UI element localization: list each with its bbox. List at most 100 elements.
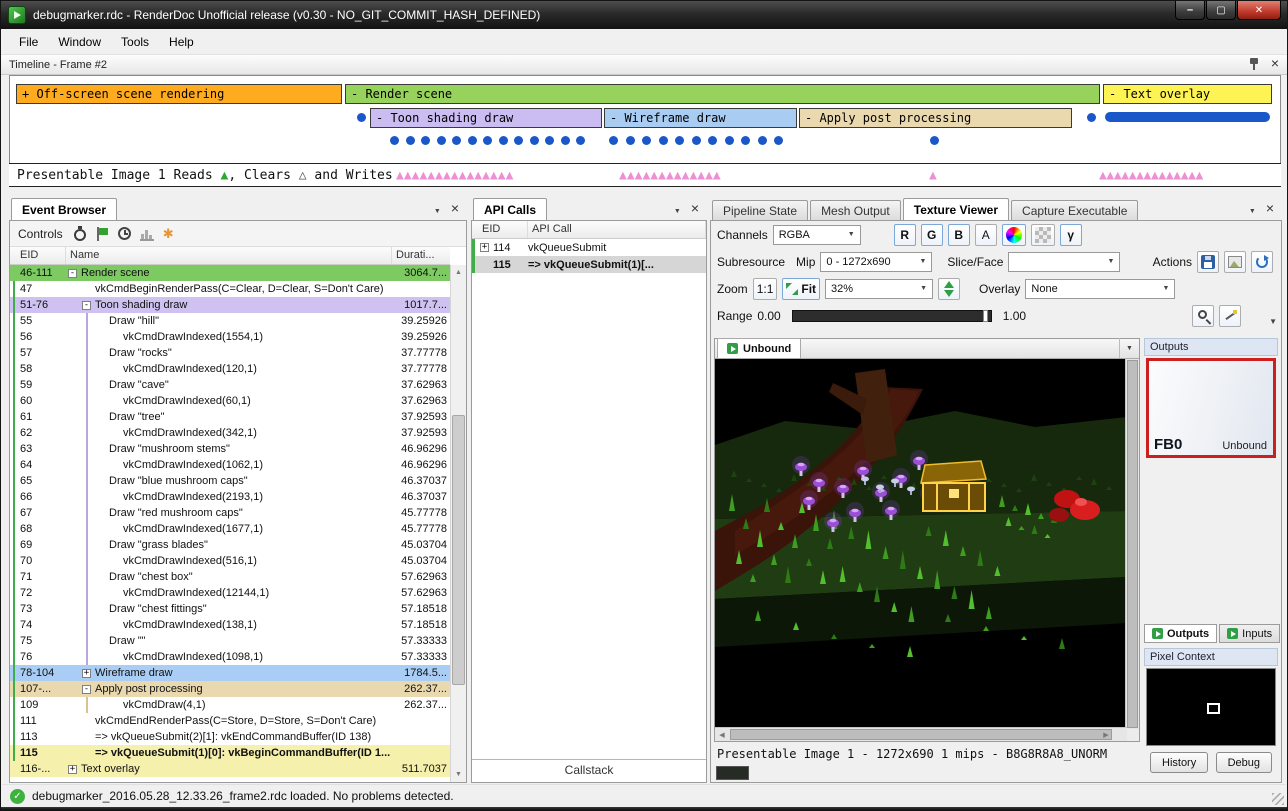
- event-row[interactable]: 60vkCmdDrawIndexed(60,1)37.62963: [10, 393, 450, 409]
- refresh-button[interactable]: [1251, 251, 1273, 273]
- scroll-left-icon[interactable]: ◀: [715, 728, 729, 741]
- expander-icon[interactable]: -: [82, 301, 91, 310]
- event-browser-scrollbar[interactable]: [450, 265, 466, 782]
- tab-pipeline-state[interactable]: Pipeline State: [712, 200, 808, 220]
- event-row[interactable]: 111vkCmdEndRenderPass(C=Store, D=Store, …: [10, 713, 450, 729]
- event-row[interactable]: 75Draw ""57.33333: [10, 633, 450, 649]
- texture-vertical-scrollbar[interactable]: [1125, 359, 1139, 729]
- flag-icon[interactable]: [95, 227, 109, 241]
- event-row[interactable]: 62vkCmdDrawIndexed(342,1)37.92593: [10, 425, 450, 441]
- tab-texture-viewer[interactable]: Texture Viewer: [903, 198, 1009, 220]
- resize-grip[interactable]: [1272, 793, 1284, 805]
- expander-icon[interactable]: -: [68, 269, 77, 278]
- texture-tab-dropdown-icon[interactable]: ▼: [1119, 338, 1139, 358]
- menu-window[interactable]: Window: [48, 31, 111, 53]
- event-row[interactable]: 51-76-Toon shading draw1017.7...: [10, 297, 450, 313]
- green-channel-button[interactable]: G: [921, 224, 943, 246]
- scroll-right-icon[interactable]: ▶: [1099, 728, 1113, 741]
- event-row[interactable]: 68vkCmdDrawIndexed(1677,1)45.77778: [10, 521, 450, 537]
- column-api-call[interactable]: API Call: [528, 221, 706, 238]
- timer-icon[interactable]: [74, 229, 86, 241]
- open-image-button[interactable]: [1224, 251, 1246, 273]
- background-pattern-button[interactable]: [1031, 224, 1055, 246]
- scroll-thumb[interactable]: [730, 729, 1112, 740]
- event-row[interactable]: 55Draw "hill"39.25926: [10, 313, 450, 329]
- scroll-thumb[interactable]: [1127, 360, 1138, 728]
- zoom-1-1-button[interactable]: 1:1: [753, 278, 778, 300]
- blue-channel-button[interactable]: B: [948, 224, 970, 246]
- range-handle[interactable]: [983, 310, 988, 322]
- event-row[interactable]: 56vkCmdDrawIndexed(1554,1)39.25926: [10, 329, 450, 345]
- timeline-bar--toon-shading-draw[interactable]: - Toon shading draw: [370, 108, 602, 128]
- toolbar-overflow-icon[interactable]: ▼: [1269, 317, 1277, 326]
- tab-outputs[interactable]: Outputs: [1144, 624, 1217, 643]
- expander-icon[interactable]: +: [480, 243, 489, 252]
- column-eid[interactable]: EID: [472, 221, 528, 238]
- event-row[interactable]: 63Draw "mushroom stems"46.96296: [10, 441, 450, 457]
- expander-icon[interactable]: +: [68, 765, 77, 774]
- event-row[interactable]: 59Draw "cave"37.62963: [10, 377, 450, 393]
- event-row[interactable]: 57Draw "rocks"37.77778: [10, 345, 450, 361]
- maximize-button[interactable]: [1206, 1, 1236, 20]
- event-row[interactable]: 67Draw "red mushroom caps"45.77778: [10, 505, 450, 521]
- timeline-bar--wireframe-draw[interactable]: - Wireframe draw: [604, 108, 797, 128]
- tab-inputs[interactable]: Inputs: [1219, 624, 1280, 643]
- event-row[interactable]: 115=> vkQueueSubmit(1)[0]: vkBeginComman…: [10, 745, 450, 761]
- minimize-button[interactable]: [1175, 1, 1205, 20]
- history-button[interactable]: History: [1150, 752, 1208, 773]
- event-row[interactable]: 109vkCmdDraw(4,1)262.37...: [10, 697, 450, 713]
- tab-mesh-output[interactable]: Mesh Output: [810, 200, 901, 220]
- tab-unbound-texture[interactable]: Unbound: [717, 338, 801, 358]
- event-row[interactable]: 107-...-Apply post processing262.37...: [10, 681, 450, 697]
- debug-button[interactable]: Debug: [1216, 752, 1272, 773]
- timeline-canvas[interactable]: Presentable Image 1 Reads ▲, Clears △ an…: [9, 75, 1281, 187]
- bookmark-icon[interactable]: [163, 227, 177, 241]
- menu-help[interactable]: Help: [159, 31, 204, 53]
- timeline-titlebar[interactable]: Timeline - Frame #2: [1, 55, 1287, 75]
- slice-face-select[interactable]: ▼: [1008, 252, 1120, 272]
- gamma-button[interactable]: γ: [1060, 224, 1082, 246]
- zoom-range-button[interactable]: [1192, 305, 1214, 327]
- alpha-channel-button[interactable]: A: [975, 224, 997, 246]
- timeline-bar--render-scene[interactable]: - Render scene: [345, 84, 1100, 104]
- range-slider[interactable]: [792, 310, 992, 322]
- menu-file[interactable]: File: [9, 31, 48, 53]
- menu-tools[interactable]: Tools: [111, 31, 159, 53]
- event-row[interactable]: 46-111-Render scene3064.7...: [10, 265, 450, 281]
- event-row[interactable]: 70vkCmdDrawIndexed(516,1)45.03704: [10, 553, 450, 569]
- timeline-bar--off-screen-scene-rendering[interactable]: + Off-screen scene rendering: [16, 84, 342, 104]
- event-row[interactable]: 74vkCmdDrawIndexed(138,1)57.18518: [10, 617, 450, 633]
- event-row[interactable]: 61Draw "tree"37.92593: [10, 409, 450, 425]
- event-row[interactable]: 78-104+Wireframe draw1784.5...: [10, 665, 450, 681]
- event-row[interactable]: 69Draw "grass blades"45.03704: [10, 537, 450, 553]
- tab-event-browser[interactable]: Event Browser: [11, 198, 117, 220]
- chevron-down-icon[interactable]: [674, 202, 681, 216]
- clock-icon[interactable]: [118, 227, 131, 240]
- chevron-down-icon[interactable]: [434, 202, 441, 216]
- close-button[interactable]: [1237, 1, 1281, 20]
- chevron-down-icon[interactable]: [1249, 202, 1256, 216]
- event-row[interactable]: 66vkCmdDrawIndexed(2193,1)46.37037: [10, 489, 450, 505]
- channels-select[interactable]: RGBA▼: [773, 225, 861, 245]
- scroll-down-icon[interactable]: [451, 767, 466, 782]
- save-texture-button[interactable]: [1197, 251, 1219, 273]
- event-row[interactable]: 72vkCmdDrawIndexed(12144,1)57.62963: [10, 585, 450, 601]
- event-row[interactable]: 71Draw "chest box"57.62963: [10, 569, 450, 585]
- pixel-context-view[interactable]: [1146, 668, 1276, 746]
- timeline-bar--apply-post-processing[interactable]: - Apply post processing: [799, 108, 1072, 128]
- zoom-select[interactable]: 32%▼: [825, 279, 933, 299]
- api-call-row[interactable]: +114vkQueueSubmit: [472, 239, 706, 256]
- event-row[interactable]: 76vkCmdDrawIndexed(1098,1)57.33333: [10, 649, 450, 665]
- flip-y-button[interactable]: [938, 278, 960, 300]
- event-row[interactable]: 116-...+Text overlay511.7037: [10, 761, 450, 777]
- titlebar[interactable]: debugmarker.rdc - RenderDoc Unofficial r…: [1, 1, 1287, 29]
- close-icon[interactable]: [451, 202, 459, 216]
- tab-api-calls[interactable]: API Calls: [473, 198, 547, 220]
- column-name[interactable]: Name: [66, 247, 392, 264]
- texture-horizontal-scrollbar[interactable]: ◀ ▶: [715, 727, 1127, 741]
- expander-icon[interactable]: +: [82, 669, 91, 678]
- column-duration[interactable]: Durati...: [392, 247, 450, 264]
- event-row[interactable]: 65Draw "blue mushroom caps"46.37037: [10, 473, 450, 489]
- expander-icon[interactable]: -: [82, 685, 91, 694]
- overlay-select[interactable]: None▼: [1025, 279, 1175, 299]
